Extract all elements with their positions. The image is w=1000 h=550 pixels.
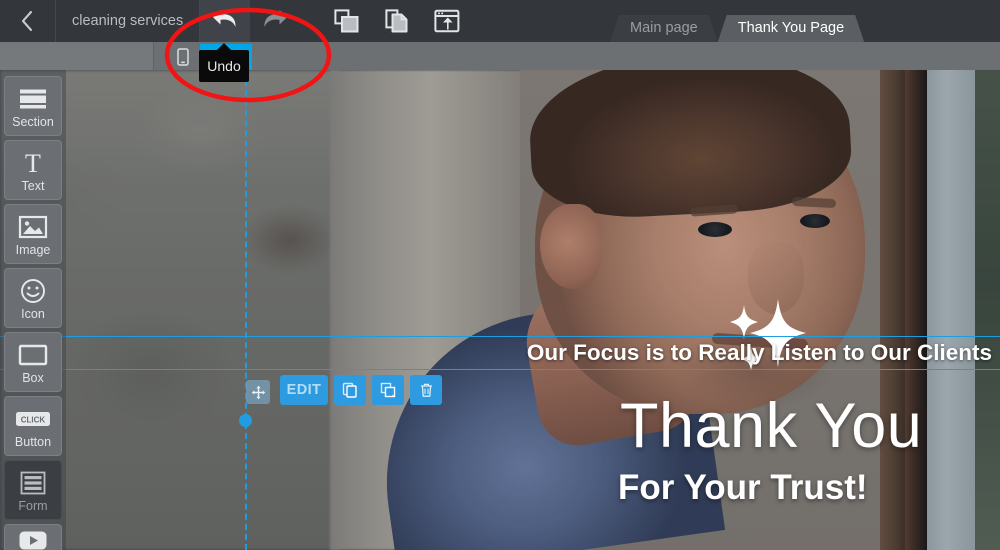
copy-icon[interactable] — [334, 375, 366, 405]
tooltip-label: Undo — [207, 58, 241, 74]
duplicate-squares-icon — [334, 9, 359, 33]
publish-window-icon — [434, 9, 460, 33]
sidebar-item-box[interactable]: Box — [4, 332, 62, 392]
page-tabs[interactable]: Main page Thank You Page — [610, 0, 864, 42]
copy-pages-icon — [385, 9, 408, 33]
widgets-sidebar[interactable]: Section T Text Image Icon Box CLICK Butt… — [0, 70, 66, 550]
sidebar-item-image[interactable]: Image — [4, 204, 62, 264]
headline-text: Our Focus is to Really Listen to Our Cli… — [526, 340, 992, 365]
sidebar-item-form[interactable]: Form — [4, 460, 62, 520]
selection-line-bottom — [0, 369, 1000, 370]
click-button-icon: CLICK — [15, 404, 51, 434]
smiley-face-icon — [20, 276, 46, 306]
undo-tooltip: Undo — [199, 43, 249, 82]
sidebar-item-label: Icon — [21, 306, 45, 321]
sidebar-item-section[interactable]: Section — [4, 76, 62, 136]
back-button[interactable] — [0, 0, 56, 42]
form-lines-icon — [20, 468, 46, 498]
project-title: cleaning services — [56, 0, 201, 42]
box-rectangle-icon — [18, 340, 48, 370]
undo-button[interactable] — [200, 0, 251, 42]
page-builder-app: Our Focus is to Really Listen to Our Cli… — [0, 0, 1000, 550]
sidebar-item-label: Image — [15, 242, 51, 257]
mobile-phone-icon[interactable] — [172, 46, 194, 67]
copy-page-button[interactable] — [372, 0, 422, 42]
headline-element[interactable]: Our Focus is to Really Listen to Our Cli… — [0, 336, 1000, 370]
sidebar-item-label: Button — [14, 434, 52, 449]
sidebar-item-text[interactable]: T Text — [4, 140, 62, 200]
tab-label: Thank You Page — [737, 20, 845, 36]
page-toolbar-left-pane — [0, 42, 154, 70]
duplicate-page-button[interactable] — [322, 0, 372, 42]
sidebar-item-label: Box — [22, 370, 44, 385]
video-play-icon — [18, 526, 48, 550]
tab-label: Main page — [630, 20, 698, 36]
text-t-icon: T — [20, 148, 46, 178]
canvas-area[interactable]: Our Focus is to Really Listen to Our Cli… — [0, 70, 1000, 550]
sidebar-item-label: Section — [12, 114, 54, 129]
toolbar-icon-group — [200, 0, 472, 42]
move-cross-icon[interactable] — [246, 380, 270, 404]
sidebar-item-icon[interactable]: Icon — [4, 268, 62, 328]
tab-thank-you-page[interactable]: Thank You Page — [718, 15, 864, 42]
subtitle-text[interactable]: For Your Trust! — [618, 470, 868, 505]
edit-button[interactable]: EDIT — [280, 375, 328, 405]
alignment-guide-line — [245, 70, 247, 550]
section-icon — [18, 84, 48, 114]
clone-layers-icon[interactable] — [372, 375, 404, 405]
selection-anchor-dot[interactable] — [239, 414, 252, 427]
redo-button[interactable] — [250, 0, 300, 42]
undo-arrow-icon — [213, 10, 236, 27]
thank-you-text[interactable]: Thank You — [620, 395, 922, 458]
sidebar-item-video[interactable] — [4, 524, 62, 550]
element-action-toolbar[interactable]: EDIT — [280, 375, 442, 405]
svg-text:T: T — [25, 150, 41, 176]
sidebar-item-label: Form — [18, 498, 48, 513]
redo-arrow-icon — [264, 10, 288, 27]
page-toolbar — [0, 42, 1000, 70]
tab-main-page[interactable]: Main page — [610, 15, 718, 42]
sidebar-item-label: Text — [21, 178, 45, 193]
delete-button[interactable] — [410, 375, 442, 405]
svg-text:CLICK: CLICK — [21, 415, 46, 424]
publish-button[interactable] — [422, 0, 472, 42]
sidebar-item-button[interactable]: CLICK Button — [4, 396, 62, 456]
image-picture-icon — [18, 212, 48, 242]
chevron-left-icon — [21, 10, 33, 32]
